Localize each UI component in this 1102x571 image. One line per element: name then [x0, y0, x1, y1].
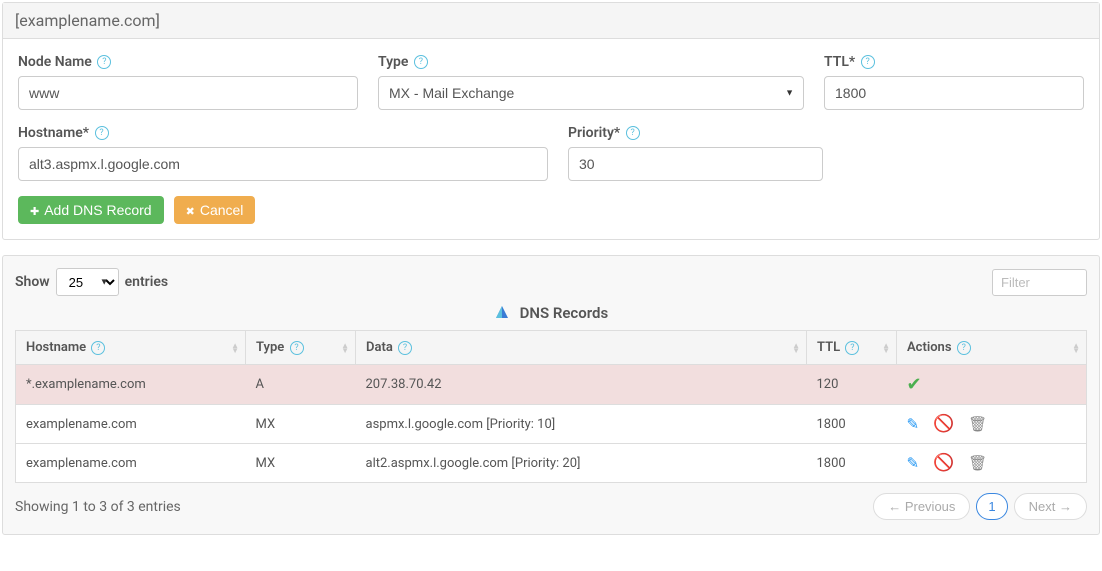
priority-input[interactable] [568, 147, 823, 181]
pagination: ← Previous 1 Next → [873, 493, 1087, 520]
disable-icon[interactable]: 🚫 [933, 414, 954, 434]
records-panel: Show 25 entries DNS Records Hostname ? ▲… [2, 255, 1100, 535]
type-group: Type ? MX - Mail Exchange [378, 54, 804, 110]
cell-hostname: examplename.com [16, 405, 246, 444]
dns-records-table: Hostname ? ▲▼ Type ? ▲▼ Data ? ▲▼ TTL ? [15, 330, 1087, 483]
help-icon[interactable]: ? [97, 55, 111, 69]
table-row: examplename.comMXaspmx.l.google.com [Pri… [16, 405, 1087, 444]
showing-text: Showing 1 to 3 of 3 entries [15, 499, 181, 515]
form-row-2: Hostname* ? Priority* ? [18, 125, 1084, 181]
table-title: DNS Records [15, 304, 1087, 324]
cell-type: MX [246, 444, 356, 483]
panel-heading: [examplename.com] [3, 3, 1099, 39]
type-select[interactable]: MX - Mail Exchange [378, 76, 804, 110]
ttl-input[interactable] [824, 76, 1084, 110]
cell-data: aspmx.l.google.com [Priority: 10] [356, 405, 807, 444]
filter-input[interactable] [992, 269, 1087, 296]
plus-icon [30, 202, 39, 218]
priority-label: Priority* ? [568, 125, 823, 141]
col-ttl[interactable]: TTL ? ▲▼ [807, 331, 897, 365]
help-icon[interactable]: ? [861, 55, 875, 69]
cell-data: 207.38.70.42 [356, 365, 807, 405]
table-row: *.examplename.comA207.38.70.42120 ✔ [16, 365, 1087, 405]
show-label: Show [15, 274, 50, 290]
button-row: Add DNS Record Cancel [18, 196, 1084, 224]
table-footer: Showing 1 to 3 of 3 entries ← Previous 1… [15, 493, 1087, 520]
cell-ttl: 1800 [807, 444, 897, 483]
page-1-button[interactable]: 1 [976, 493, 1007, 520]
show-entries-control: Show 25 entries [15, 268, 168, 296]
entries-label: entries [125, 274, 168, 290]
ttl-label: TTL* ? [824, 54, 1084, 70]
sort-icon: ▲▼ [231, 343, 239, 353]
col-type[interactable]: Type ? ▲▼ [246, 331, 356, 365]
cell-data: alt2.aspmx.l.google.com [Priority: 20] [356, 444, 807, 483]
cell-type: A [246, 365, 356, 405]
add-dns-record-button[interactable]: Add DNS Record [18, 196, 164, 224]
panel-body: Node Name ? Type ? MX - Mail Exchange [3, 39, 1099, 239]
trash-icon[interactable]: 🗑 [968, 415, 987, 433]
priority-group: Priority* ? [568, 125, 823, 181]
sort-icon: ▲▼ [341, 343, 349, 353]
help-icon[interactable]: ? [957, 341, 971, 355]
cancel-button[interactable]: Cancel [174, 196, 256, 224]
hostname-input[interactable] [18, 147, 548, 181]
cell-hostname: examplename.com [16, 444, 246, 483]
cell-ttl: 1800 [807, 405, 897, 444]
form-row-1: Node Name ? Type ? MX - Mail Exchange [18, 54, 1084, 110]
table-row: examplename.comMXalt2.aspmx.l.google.com… [16, 444, 1087, 483]
hostname-label: Hostname* ? [18, 125, 548, 141]
hostname-group: Hostname* ? [18, 125, 548, 181]
prev-button[interactable]: ← Previous [873, 493, 970, 520]
col-actions[interactable]: Actions ? ▲▼ [897, 331, 1087, 365]
dns-form-panel: [examplename.com] Node Name ? Type ? MX … [2, 2, 1100, 240]
cell-actions: ✎ 🚫 🗑 [897, 405, 1087, 444]
help-icon[interactable]: ? [290, 341, 304, 355]
trash-icon[interactable]: 🗑 [968, 454, 987, 472]
node-name-input[interactable] [18, 76, 358, 110]
next-button[interactable]: Next → [1014, 493, 1087, 520]
entries-select[interactable]: 25 [56, 268, 119, 296]
table-header-row: Hostname ? ▲▼ Type ? ▲▼ Data ? ▲▼ TTL ? [16, 331, 1087, 365]
help-icon[interactable]: ? [91, 341, 105, 355]
col-hostname[interactable]: Hostname ? ▲▼ [16, 331, 246, 365]
help-icon[interactable]: ? [414, 55, 428, 69]
cell-actions: ✔ [897, 365, 1087, 405]
check-icon: ✔ [907, 374, 922, 395]
sort-icon: ▲▼ [792, 343, 800, 353]
help-icon[interactable]: ? [845, 341, 859, 355]
type-select-wrap: MX - Mail Exchange [378, 76, 804, 110]
cell-type: MX [246, 405, 356, 444]
table-top-controls: Show 25 entries [15, 268, 1087, 296]
edit-icon[interactable]: ✎ [907, 415, 920, 433]
help-icon[interactable]: ? [398, 341, 412, 355]
ttl-group: TTL* ? [824, 54, 1084, 110]
node-name-label: Node Name ? [18, 54, 358, 70]
cell-hostname: *.examplename.com [16, 365, 246, 405]
type-label: Type ? [378, 54, 804, 70]
col-data[interactable]: Data ? ▲▼ [356, 331, 807, 365]
dns-icon [494, 304, 510, 324]
sort-icon: ▲▼ [1072, 343, 1080, 353]
close-icon [186, 202, 195, 218]
edit-icon[interactable]: ✎ [907, 454, 920, 472]
cell-actions: ✎ 🚫 🗑 [897, 444, 1087, 483]
help-icon[interactable]: ? [626, 126, 640, 140]
help-icon[interactable]: ? [95, 126, 109, 140]
cell-ttl: 120 [807, 365, 897, 405]
node-name-group: Node Name ? [18, 54, 358, 110]
disable-icon[interactable]: 🚫 [933, 453, 954, 473]
sort-icon: ▲▼ [882, 343, 890, 353]
